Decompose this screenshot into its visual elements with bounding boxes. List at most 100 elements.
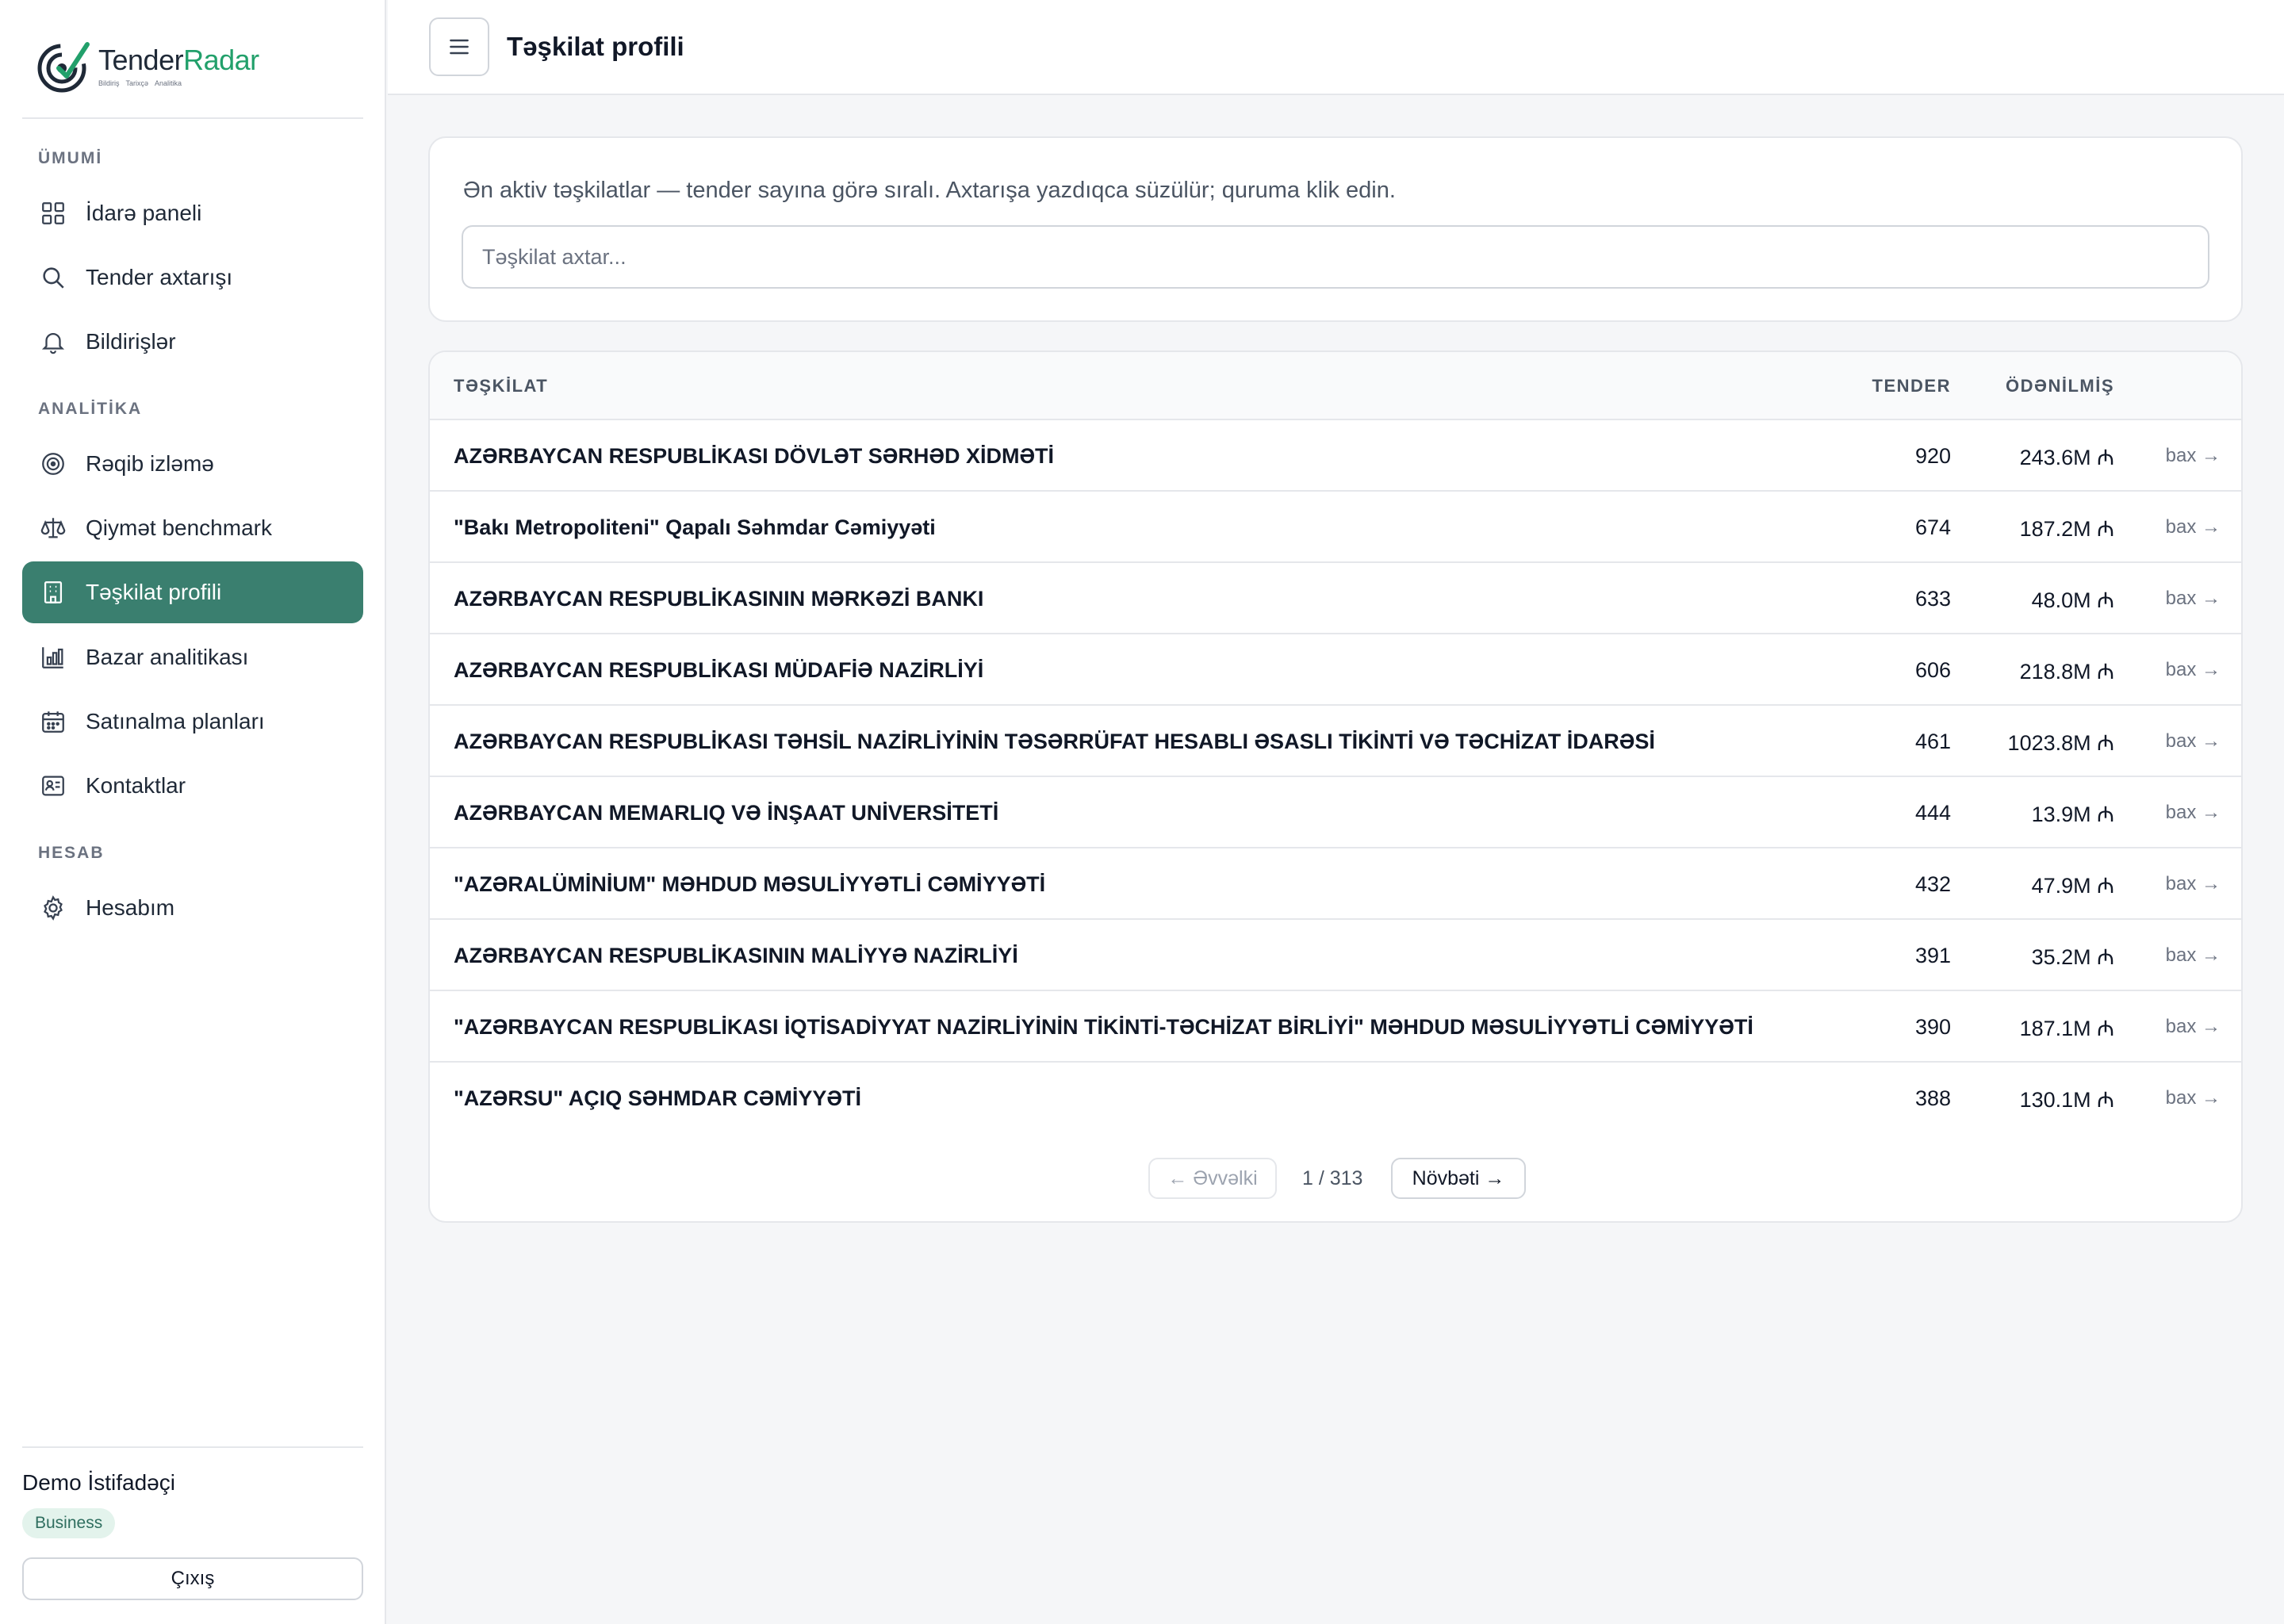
sidebar-item-contacts[interactable]: Kontaktlar <box>22 755 363 817</box>
view-link[interactable]: bax → <box>2166 920 2221 991</box>
tender-count: 633 <box>1914 586 1951 611</box>
paid-amount: 48.0M ₼ <box>2031 588 2114 612</box>
organization-name[interactable]: AZƏRBAYCAN RESPUBLİKASI TƏHSİL NAZİRLİYİ… <box>454 706 1655 777</box>
table-row[interactable]: AZƏRBAYCAN RESPUBLİKASININ MALİYYƏ NAZİR… <box>430 920 2241 991</box>
view-link[interactable]: bax → <box>2166 563 2221 634</box>
tender-count: 391 <box>1914 943 1951 967</box>
view-link[interactable]: bax → <box>2166 492 2221 563</box>
sidebar-item-label: İdarə paneli <box>86 201 202 225</box>
table-row[interactable]: "Bakı Metropoliteni" Qapalı Səhmdar Cəmi… <box>430 492 2241 563</box>
sidebar-item-organization-profile[interactable]: Təşkilat profili <box>22 561 363 623</box>
tender-count: 444 <box>1914 800 1951 825</box>
organization-name[interactable]: AZƏRBAYCAN RESPUBLİKASI MÜDAFİƏ NAZİRLİY… <box>454 634 983 706</box>
table-row[interactable]: "AZƏRALÜMİNİUM" MƏHDUD MƏSULİYYƏTLİ CƏMİ… <box>430 848 2241 920</box>
sidebar: TenderRadar Bildiriş Tarixçə Analitika Ü… <box>0 0 386 1624</box>
paid-amount: 187.2M ₼ <box>2019 516 2114 541</box>
sidebar-item-procurement-plans[interactable]: Satınalma planları <box>22 691 363 753</box>
logout-button[interactable]: Çıxış <box>22 1557 363 1600</box>
organization-name[interactable]: "AZƏRSU" AÇIQ SƏHMDAR CƏMİYYƏTİ <box>454 1063 861 1134</box>
dashboard-icon <box>40 200 67 227</box>
view-link[interactable]: bax → <box>2166 706 2221 777</box>
sidebar-item-label: Təşkilat profili <box>86 580 222 604</box>
bar-chart-icon <box>40 644 67 671</box>
table-row[interactable]: AZƏRBAYCAN RESPUBLİKASI MÜDAFİƏ NAZİRLİY… <box>430 634 2241 706</box>
tagline-item: Analitika <box>155 79 182 87</box>
tender-count: 390 <box>1914 1014 1951 1039</box>
menu-toggle-button[interactable] <box>429 17 489 76</box>
column-header-tender[interactable]: TENDER <box>1872 376 1951 396</box>
sidebar-item-label: Rəqib izləmə <box>86 451 214 476</box>
tagline-item: Bildiriş <box>98 79 120 87</box>
sidebar-item-label: Tender axtarışı <box>86 265 233 289</box>
building-icon <box>40 579 67 606</box>
sidebar-item-dashboard[interactable]: İdarə paneli <box>22 182 363 244</box>
view-link[interactable]: bax → <box>2166 420 2221 492</box>
next-page-button[interactable]: Növbəti → <box>1391 1158 1526 1199</box>
brand-name-part2: Radar <box>183 44 259 76</box>
table-row[interactable]: AZƏRBAYCAN RESPUBLİKASI DÖVLƏT SƏRHƏD Xİ… <box>430 420 2241 492</box>
brand-name: TenderRadar <box>98 44 259 76</box>
table-row[interactable]: "AZƏRBAYCAN RESPUBLİKASI İQTİSADİYYAT NA… <box>430 991 2241 1063</box>
sidebar-item-label: Kontaktlar <box>86 773 186 798</box>
sidebar-item-my-account[interactable]: Hesabım <box>22 877 363 939</box>
paid-amount: 1023.8M ₼ <box>2007 730 2114 755</box>
organization-name[interactable]: "Bakı Metropoliteni" Qapalı Səhmdar Cəmi… <box>454 492 936 563</box>
organization-name[interactable]: AZƏRBAYCAN RESPUBLİKASININ MƏRKƏZİ BANKI <box>454 563 983 634</box>
pagination: ← Əvvəlki 1 / 313 Növbəti → <box>430 1158 2241 1199</box>
sidebar-item-notifications[interactable]: Bildirişlər <box>22 311 363 373</box>
organization-name[interactable]: "AZƏRALÜMİNİUM" MƏHDUD MƏSULİYYƏTLİ CƏMİ… <box>454 848 1045 920</box>
hamburger-icon <box>450 39 469 55</box>
paid-amount: 218.8M ₼ <box>2019 659 2114 684</box>
table-row[interactable]: AZƏRBAYCAN MEMARLIQ VƏ İNŞAAT UNİVERSİTE… <box>430 777 2241 848</box>
radar-logo-icon <box>37 42 90 93</box>
column-header-organization[interactable]: TƏŞKİLAT <box>454 376 548 396</box>
organization-name[interactable]: AZƏRBAYCAN MEMARLIQ VƏ İNŞAAT UNİVERSİTE… <box>454 777 998 848</box>
calendar-icon <box>40 708 67 735</box>
table-row[interactable]: "AZƏRSU" AÇIQ SƏHMDAR CƏMİYYƏTİ 388 130.… <box>430 1063 2241 1134</box>
sidebar-item-tender-search[interactable]: Tender axtarışı <box>22 247 363 308</box>
tagline-item: Tarixçə <box>125 79 149 87</box>
organization-name[interactable]: AZƏRBAYCAN RESPUBLİKASININ MALİYYƏ NAZİR… <box>454 920 1018 991</box>
view-link[interactable]: bax → <box>2166 1063 2221 1134</box>
view-link[interactable]: bax → <box>2166 777 2221 848</box>
column-header-paid[interactable]: ÖDƏNİLMİŞ <box>2006 376 2114 396</box>
brand-tagline: Bildiriş Tarixçə Analitika <box>98 79 259 87</box>
bell-icon <box>40 328 67 355</box>
sidebar-item-label: Satınalma planları <box>86 709 265 733</box>
view-link[interactable]: bax → <box>2166 991 2221 1063</box>
table-row[interactable]: AZƏRBAYCAN RESPUBLİKASININ MƏRKƏZİ BANKI… <box>430 563 2241 634</box>
page-indicator: 1 / 313 <box>1302 1166 1363 1189</box>
table-row[interactable]: AZƏRBAYCAN RESPUBLİKASI TƏHSİL NAZİRLİYİ… <box>430 706 2241 777</box>
brand-logo[interactable]: TenderRadar Bildiriş Tarixçə Analitika <box>35 33 259 98</box>
view-link[interactable]: bax → <box>2166 848 2221 920</box>
search-description: Ən aktiv təşkilatlar — tender sayına gör… <box>463 178 1396 203</box>
search-icon <box>40 264 67 291</box>
sidebar-item-market-analytics[interactable]: Bazar analitikası <box>22 626 363 688</box>
paid-amount: 243.6M ₼ <box>2019 445 2114 469</box>
paid-amount: 35.2M ₼ <box>2031 944 2114 969</box>
tender-count: 461 <box>1914 729 1951 753</box>
gear-icon <box>40 894 67 921</box>
tender-count: 674 <box>1914 515 1951 539</box>
paid-amount: 187.1M ₼ <box>2019 1016 2114 1040</box>
previous-page-button[interactable]: ← Əvvəlki <box>1148 1158 1277 1199</box>
organization-search-input[interactable] <box>462 225 2209 289</box>
paid-amount: 13.9M ₼ <box>2031 802 2114 826</box>
top-bar: Təşkilat profili <box>388 0 2284 95</box>
user-name: Demo İstifadəçi <box>22 1470 175 1495</box>
tender-count: 920 <box>1914 443 1951 468</box>
contact-card-icon <box>40 772 67 799</box>
sidebar-item-price-benchmark[interactable]: Qiymət benchmark <box>22 497 363 559</box>
brand-text: TenderRadar Bildiriş Tarixçə Analitika <box>98 44 259 88</box>
view-link[interactable]: bax → <box>2166 634 2221 706</box>
target-icon <box>40 450 67 477</box>
sidebar-item-label: Bildirişlər <box>86 329 176 354</box>
section-label-umumi: ÜMUMİ <box>38 149 103 167</box>
organizations-table: TƏŞKİLAT TENDER ÖDƏNİLMİŞ AZƏRBAYCAN RES… <box>428 350 2243 1223</box>
organization-name[interactable]: "AZƏRBAYCAN RESPUBLİKASI İQTİSADİYYAT NA… <box>454 991 1753 1063</box>
tender-count: 432 <box>1914 871 1951 896</box>
organization-name[interactable]: AZƏRBAYCAN RESPUBLİKASI DÖVLƏT SƏRHƏD Xİ… <box>454 420 1054 492</box>
divider <box>22 1446 363 1448</box>
sidebar-item-competitor-tracking[interactable]: Rəqib izləmə <box>22 433 363 495</box>
section-label-hesab: HESAB <box>38 844 105 862</box>
